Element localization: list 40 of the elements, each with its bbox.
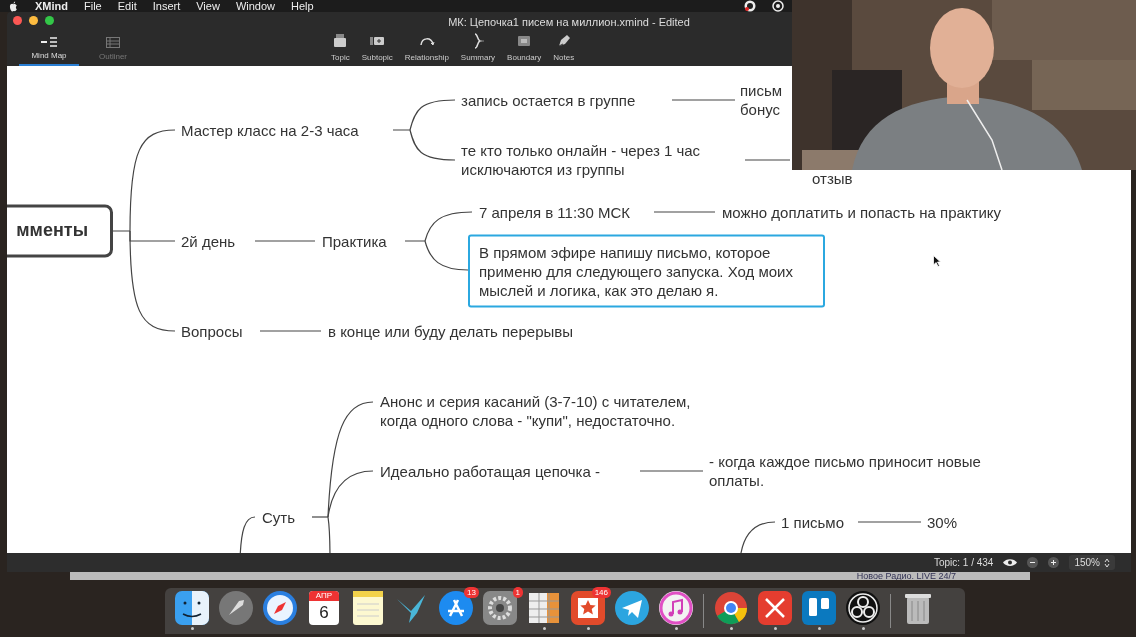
toolbar-button[interactable]: Notes xyxy=(551,33,577,62)
topic-node[interactable]: Практика xyxy=(322,231,387,251)
menu-item[interactable]: File xyxy=(84,0,102,12)
menu-item[interactable]: View xyxy=(196,0,220,12)
menu-item[interactable]: Window xyxy=(235,0,275,12)
toolbar-button[interactable]: Subtopic xyxy=(359,33,395,62)
topic-node[interactable]: Анонс и серия касаний (3-7-10) с читателем, когда одного слова - "купи", недостаточно. xyxy=(380,392,691,430)
topic-node[interactable]: 7 апреля в 11:30 МСК xyxy=(479,202,630,222)
topic-node[interactable]: 30% xyxy=(927,512,958,532)
notification-badge: 1 xyxy=(512,587,523,598)
topic-node[interactable]: письм бонус xyxy=(740,81,783,119)
toolbar-button[interactable]: Summary xyxy=(458,33,498,62)
menu-item[interactable]: Insert xyxy=(152,0,181,12)
topic-node[interactable]: 2й день xyxy=(181,231,236,251)
topic-node[interactable]: Идеально работащая цепочка - xyxy=(380,461,600,481)
zoom-stepper[interactable]: 150% xyxy=(1069,555,1115,570)
topic-node[interactable]: Суть xyxy=(262,507,296,527)
menu-item[interactable]: Help xyxy=(291,0,314,12)
topic-node[interactable]: те кто только онлайн - через 1 час исключаются из группы xyxy=(461,141,701,179)
toolbar-button[interactable]: Topic xyxy=(329,33,352,62)
topic-node[interactable]: 1 письмо xyxy=(781,512,844,532)
topic-node[interactable]: Вопросы xyxy=(181,321,243,341)
topic-node[interactable]: запись остается в группе xyxy=(461,90,636,110)
central-topic[interactable]: мменты xyxy=(7,204,113,258)
notification-badge: 146 xyxy=(591,587,611,598)
calendar-app[interactable]: АПР 6 xyxy=(309,591,339,625)
window-title: МК: Цепочка1 писем на миллион.xmind - Edited xyxy=(448,16,690,30)
topic-node[interactable]: можно доплатить и попасть на практику xyxy=(722,202,1002,222)
toolbar-button[interactable]: Boundary xyxy=(505,33,544,62)
topic-node[interactable]: в конце или буду делать перерывы xyxy=(328,321,574,341)
topic-node[interactable]: отзыв xyxy=(812,168,853,188)
topic-node[interactable]: - когда каждое письмо приносит новые оплаты. xyxy=(709,452,981,490)
menu-item[interactable]: Edit xyxy=(117,0,137,12)
app-menu[interactable]: XMind xyxy=(35,0,68,12)
topic-count: Topic: 1 / 434 xyxy=(933,557,994,568)
topic-node[interactable]: В прямом эфире напишу письмо, которое применю для следующего запуска. Ход моих мыслей и логика, как это делаю я. xyxy=(468,234,825,308)
toolbar-button[interactable]: Relationship xyxy=(402,33,451,62)
topic-node[interactable]: Мастер класс на 2-3 часа xyxy=(181,120,359,140)
notification-badge: 13 xyxy=(464,587,479,598)
window-title: Новое Радио. LIVE 24/7 xyxy=(856,572,956,580)
